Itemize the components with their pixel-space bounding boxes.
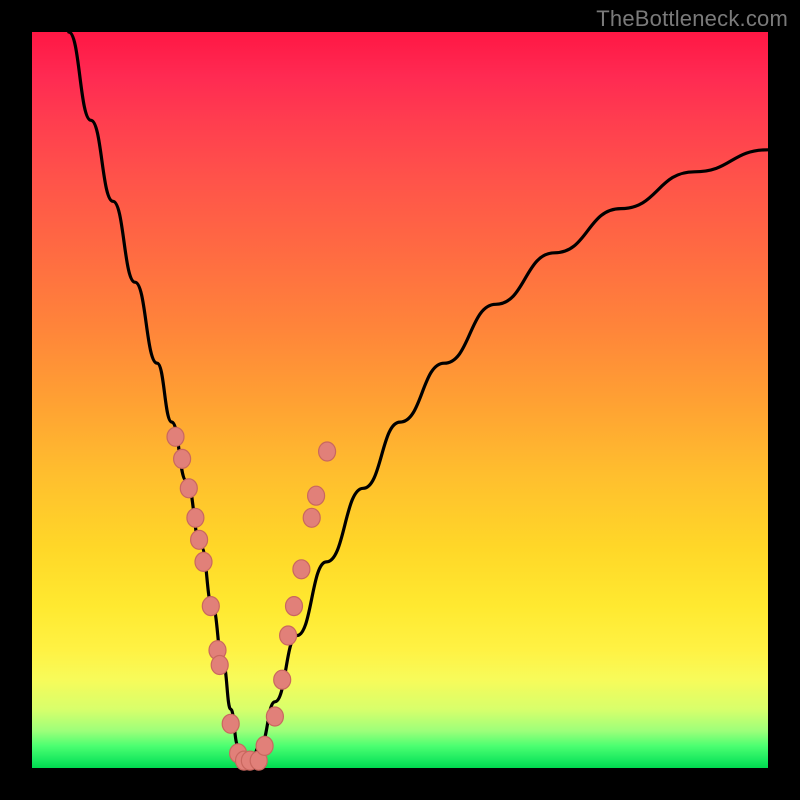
chart-frame: TheBottleneck.com [0,0,800,800]
scatter-dot [319,442,336,461]
scatter-dot [293,560,310,579]
scatter-dot [303,508,320,527]
scatter-dot [167,427,184,446]
scatter-dot [222,714,239,733]
scatter-dot [286,597,303,616]
scatter-dot [211,656,228,675]
scatter-dot [274,670,291,689]
bottleneck-curve [69,32,768,768]
scatter-dot [191,530,208,549]
scatter-dot [256,736,273,755]
scatter-dot [266,707,283,726]
scatter-dot [174,449,191,468]
scatter-dot [187,508,204,527]
plot-area [32,32,768,768]
scatter-dot [280,626,297,645]
scatter-dot [308,486,325,505]
watermark-text: TheBottleneck.com [596,6,788,32]
curve-svg [32,32,768,768]
scatter-dot [180,479,197,498]
scatter-dot [195,552,212,571]
scatter-dot [202,597,219,616]
